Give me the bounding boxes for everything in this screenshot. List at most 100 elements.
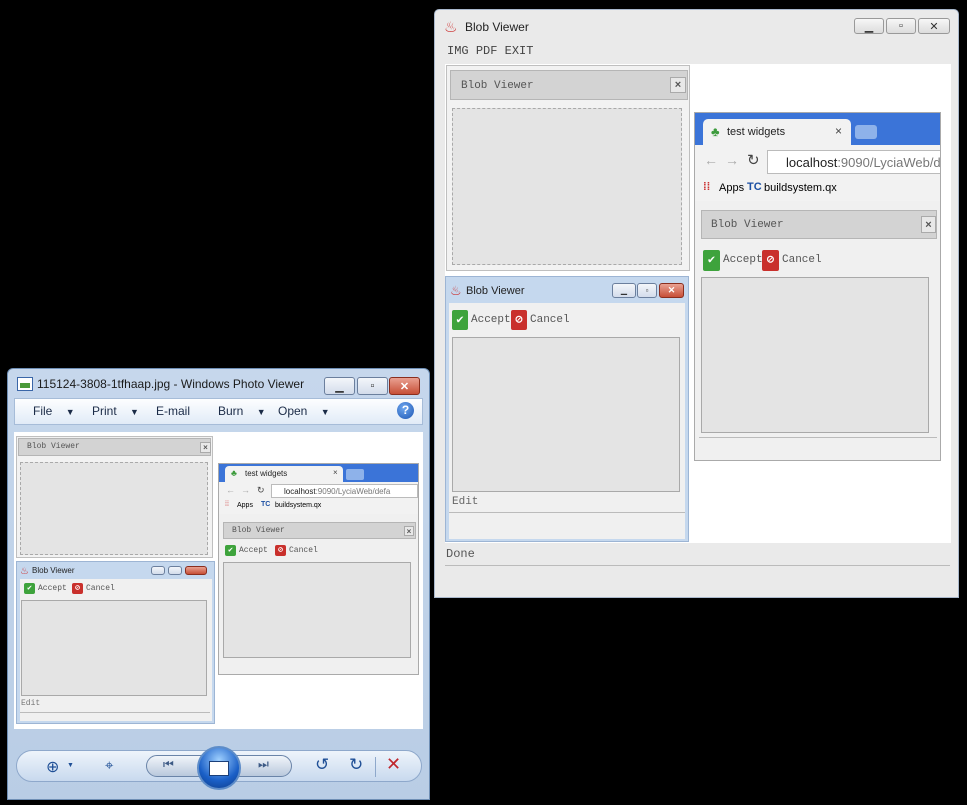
blob-edit-divider [449,512,685,513]
blob-sub-cancel-button[interactable]: ⊘ Cancel [511,309,570,331]
blob-menubar: IMG PDF EXIT [447,44,533,58]
blob-panel: Blob Viewer × [446,65,690,271]
check-icon: ✔ [24,583,35,594]
thumb-tab-close-icon[interactable]: × [333,468,338,477]
thumb-url-field[interactable]: localhost:9090/LyciaWeb/defa [271,484,418,498]
blob-browser-accept-button[interactable]: ✔ Accept [703,248,763,272]
forward-icon[interactable]: → [725,152,739,168]
bookmark-apps[interactable]: Apps [719,182,744,194]
blob-sub-minimize-button[interactable]: ▁ [612,283,636,298]
thumb-browser-tab[interactable]: ♣ test widgets × [225,466,343,482]
blob-url-field[interactable]: localhost:9090/LyciaWeb/defa [767,150,940,174]
help-icon[interactable]: ? [397,402,414,419]
blob-browser-panel-close-icon[interactable]: × [921,216,936,233]
delete-icon[interactable]: ✕ [386,754,401,775]
blob-tab-close-icon[interactable]: × [835,124,842,138]
blob-new-tab-button[interactable] [855,125,877,139]
minimize-button[interactable]: ▁ [324,377,355,395]
blob-panel-header: Blob Viewer × [450,70,688,100]
next-icon[interactable]: ⏭ [258,757,269,772]
check-icon: ✔ [703,249,720,271]
menu-burn[interactable]: Burn ▼ [218,404,266,418]
check-icon: ✔ [225,545,236,556]
slideshow-icon [209,760,229,776]
blob-status-text: Done [446,547,475,561]
menu-exit[interactable]: EXIT [505,44,534,58]
photo-viewer-menubar: File ▼ Print ▼ E-mail Burn ▼ Open ▼ ? [14,398,423,425]
blob-browser-toolbar: ← → ↻ localhost:9090/LyciaWeb/defa [695,145,940,177]
thumb-tab-label: test widgets [245,469,288,478]
blob-browser-body [701,277,929,433]
thumb-browser: ♣ test widgets × ← → ↻ localhost:9090/Ly… [218,463,419,675]
bookmark-buildsystem[interactable]: buildsystem.qx [275,502,321,509]
thumb-new-tab-button[interactable] [346,469,364,480]
menu-open[interactable]: Open ▼ [278,404,330,418]
menu-pdf[interactable]: PDF [476,44,498,58]
blob-content-area: Blob Viewer × ♨ Blob Viewer ▁ ▫ ✕ ✔ Accep… [445,64,951,543]
blob-sub-title: Blob Viewer [466,285,525,297]
blob-sub-maximize-button[interactable]: ▫ [637,283,657,298]
rotate-right-icon[interactable]: ↻ [349,755,363,775]
apps-icon: ⁞⁞ [225,501,229,508]
menu-print[interactable]: Print ▼ [92,404,139,418]
back-icon[interactable]: ← [704,152,718,168]
thumb-inner-accept-button[interactable]: ✔ Accept [225,545,268,556]
blob-browser-tab[interactable]: ♣ test widgets × [703,119,851,145]
thumb-inner-cancel-button[interactable]: ⊘ Cancel [275,545,318,556]
thumb-browser-toolbar: ← → ↻ localhost:9090/LyciaWeb/defa [219,482,418,500]
thumb-cancel-button[interactable]: ⊘ Cancel [72,583,115,594]
thumb-accept-button[interactable]: ✔ Accept [24,583,67,594]
rotate-left-icon[interactable]: ↺ [315,755,329,775]
blob-close-button[interactable]: ✕ [918,18,950,34]
cancel-icon: ⊘ [511,310,527,330]
bookmark-buildsystem[interactable]: buildsystem.qx [764,182,837,194]
thumb-divider [20,712,210,713]
blob-browser: ♣ test widgets × ← → ↻ localhost:9090/Ly… [694,112,941,461]
minimize-icon: ▁ [335,380,344,393]
check-icon: ✔ [452,310,468,330]
thumb-sub-window: ♨ Blob Viewer ✔ Accept ⊘ Cancel Edit [16,561,215,724]
back-icon[interactable]: ← [226,485,235,495]
blob-sub-window: ♨ Blob Viewer ▁ ▫ ✕ ✔ Accept ⊘ Cancel Edit [445,276,689,542]
minimize-icon: ▁ [620,286,628,295]
zoom-icon[interactable]: ⊕ [46,757,59,777]
close-button[interactable]: ✕ [389,377,420,395]
maximize-button[interactable]: ▫ [357,377,388,395]
blob-sub-close-button[interactable]: ✕ [659,283,684,298]
thumb-sub-title: Blob Viewer [32,566,75,575]
slideshow-button[interactable] [197,746,241,790]
thumb-sub-close[interactable] [185,566,207,575]
cancel-icon: ⊘ [762,249,779,271]
thumb-inner-panel-close-icon[interactable]: × [404,526,414,536]
thumb-bookmarks-bar: ⁞⁞ Apps TC buildsystem.qx [219,500,418,514]
thumb-inner-panel-header: Blob Viewer × [223,522,416,539]
menu-file[interactable]: File ▼ [33,404,75,418]
thumb-sub-body [21,600,207,696]
blob-minimize-button[interactable]: ▁ [854,18,884,34]
close-icon: ✕ [399,380,410,393]
blob-sub-app-icon: ♨ [450,283,462,298]
actual-size-icon[interactable]: ⌖ [105,757,113,774]
controls-divider [375,757,376,777]
thumb-sub-minimize[interactable] [151,566,165,575]
zoom-dropdown-icon[interactable]: ▼ [67,762,74,769]
thumb-panel-close-icon[interactable]: × [200,442,211,453]
previous-icon[interactable]: ⏮ [163,757,174,772]
thumb-sub-maximize[interactable] [168,566,182,575]
tab-favicon-icon: ♣ [231,468,237,478]
thumb-panel-title: Blob Viewer [27,442,80,451]
blob-panel-close-icon[interactable]: × [670,77,686,93]
menu-img[interactable]: IMG [447,44,469,58]
bookmark-apps[interactable]: Apps [237,502,253,509]
blob-sub-accept-button[interactable]: ✔ Accept [452,309,511,331]
menu-email[interactable]: E-mail [156,404,190,418]
blob-browser-cancel-button[interactable]: ⊘ Cancel [762,248,822,272]
blob-maximize-button[interactable]: ▫ [886,18,916,34]
blob-edit-label: Edit [452,496,479,508]
reload-icon[interactable]: ↻ [257,485,265,496]
reload-icon[interactable]: ↻ [747,151,760,169]
tab-favicon-icon: ♣ [711,124,720,139]
apps-icon: ⁞⁞ [703,181,711,193]
thumb-sub-app-icon: ♨ [20,566,29,577]
forward-icon[interactable]: → [241,485,250,495]
